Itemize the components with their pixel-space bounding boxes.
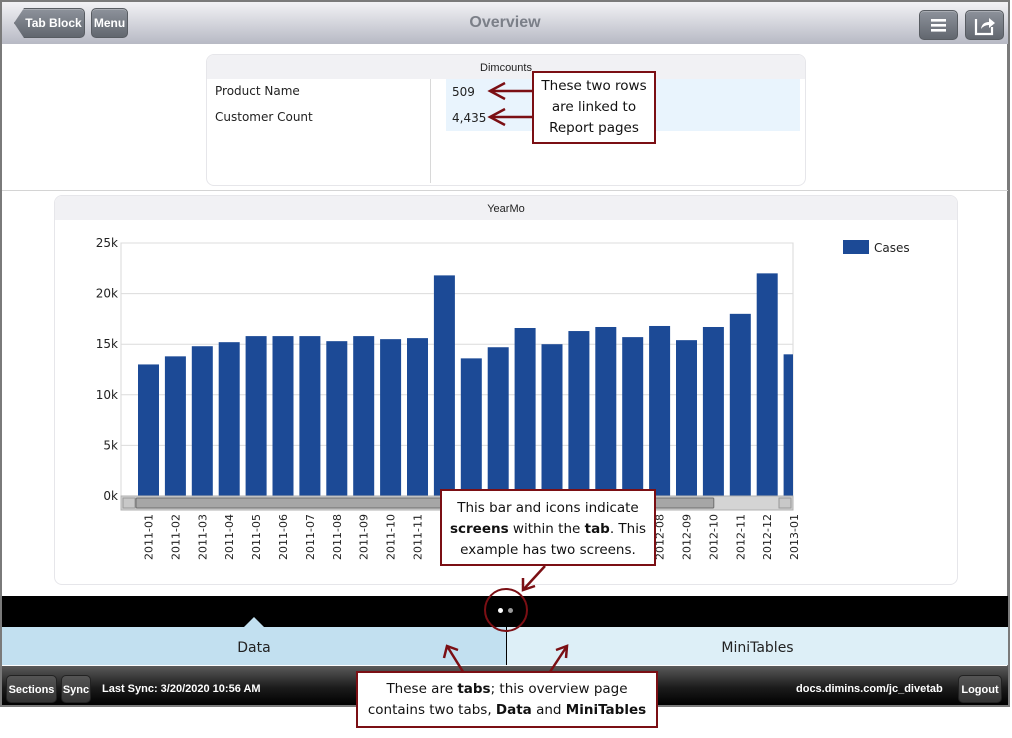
x-tick-label: 2011-07 (304, 514, 317, 560)
screen-dot-2[interactable] (508, 608, 513, 613)
legend-label-cases: Cases (874, 241, 910, 255)
bar-2012-04[interactable] (541, 344, 563, 496)
scroll-right-arrow[interactable] (778, 497, 792, 509)
bar-2011-06[interactable] (272, 336, 294, 496)
y-tick-label: 15k (96, 337, 118, 351)
tab-data[interactable]: Data (2, 627, 506, 665)
bar-2012-06[interactable] (595, 326, 617, 496)
callout-text: These are (386, 681, 458, 697)
bar-2012-09[interactable] (676, 340, 697, 496)
bar-2011-03[interactable] (191, 346, 213, 496)
active-tab-caret (244, 617, 264, 627)
callout-bold-screens: screens (449, 521, 509, 537)
callout-bold-tab: tab (584, 521, 610, 537)
callout-screens-line-2: screens within the tab. This (442, 519, 654, 540)
screen-indicator-bar (2, 596, 1008, 627)
callout-rows-line-2: are linked to (551, 99, 637, 115)
y-tick-label: 25k (96, 236, 118, 250)
x-tick-label: 2011-01 (143, 514, 156, 560)
callout-rows-line-3: Report pages (549, 120, 639, 136)
scroll-left-arrow[interactable] (122, 497, 136, 509)
bar-2011-02[interactable] (164, 356, 186, 496)
callout-text: ; this overview page (490, 681, 628, 697)
bar-2012-03[interactable] (514, 328, 536, 496)
callout-text: contains two tabs, (367, 702, 496, 718)
callout-bold-tabs: tabs (457, 681, 491, 697)
x-tick-label: 2012-12 (761, 514, 774, 560)
callout-text: . This (609, 521, 647, 537)
tab-separator (506, 627, 507, 665)
bar-2011-11[interactable] (407, 338, 428, 496)
tab-minitables[interactable]: MiniTables (507, 627, 1008, 665)
callout-linked-rows: These two rows are linked to Report page… (532, 71, 656, 144)
x-tick-label: 2011-06 (277, 514, 290, 560)
x-tick-label: 2011-05 (250, 514, 263, 560)
bar-2011-04[interactable] (218, 342, 240, 496)
y-tick-label: 0k (103, 489, 118, 503)
bar-2011-01[interactable] (138, 364, 159, 496)
callout-screens: This bar and icons indicate screens with… (440, 489, 656, 566)
bar-2012-02[interactable] (487, 347, 509, 496)
bar-2013-01[interactable] (783, 354, 793, 496)
callout-text: within the (508, 521, 585, 537)
bar-2012-08[interactable] (649, 325, 671, 496)
y-tick-label: 10k (96, 388, 118, 402)
x-tick-label: 2011-08 (331, 514, 344, 560)
x-tick-label: 2011-02 (169, 514, 182, 560)
callout-screens-line-3: example has two screens. (460, 542, 636, 558)
bar-2012-01[interactable] (460, 358, 482, 496)
x-tick-label: 2011-10 (385, 514, 398, 560)
x-tick-label: 2011-09 (358, 514, 371, 560)
logout-button[interactable]: Logout (958, 675, 1002, 703)
site-url: docs.dimins.com/jc_divetab (796, 683, 943, 695)
x-tick-label: 2012-09 (681, 514, 694, 560)
bar-2011-07[interactable] (299, 336, 321, 496)
callout-rows-line-1: These two rows (541, 78, 647, 94)
bar-2011-09[interactable] (353, 336, 375, 496)
bar-2011-08[interactable] (326, 341, 348, 496)
callout-bold-minitables: MiniTables (565, 702, 647, 718)
callout-text: and (531, 702, 566, 718)
tab-bar: Data MiniTables (2, 627, 1008, 665)
callout-bold-data: Data (495, 702, 532, 718)
last-sync-status: Last Sync: 3/20/2020 10:56 AM (102, 683, 261, 695)
bar-2012-10[interactable] (702, 326, 724, 496)
sync-button[interactable]: Sync (61, 675, 91, 703)
x-tick-label: 2011-04 (223, 514, 236, 560)
bar-2012-07[interactable] (622, 337, 644, 496)
bar-2011-05[interactable] (245, 336, 267, 496)
x-tick-label: 2012-11 (734, 514, 747, 560)
bar-2011-12[interactable] (433, 275, 455, 496)
x-tick-label: 2011-11 (412, 514, 425, 560)
callout-tabs-line-2: contains two tabs, Data and MiniTables (358, 700, 656, 721)
bar-2012-12[interactable] (756, 273, 778, 496)
callout-tabs: These are tabs; this overview page conta… (356, 671, 658, 728)
bar-2012-11[interactable] (729, 313, 751, 496)
callout-tabs-line-1: These are tabs; this overview page (358, 679, 656, 700)
callout-screens-line-1: This bar and icons indicate (457, 500, 639, 516)
screen-dot-1[interactable] (498, 608, 503, 613)
legend-swatch-cases (843, 240, 869, 254)
y-tick-label: 20k (96, 287, 118, 301)
sections-button[interactable]: Sections (6, 675, 57, 703)
bar-2011-10[interactable] (380, 339, 402, 496)
y-tick-label: 5k (103, 438, 118, 452)
x-tick-label: 2012-10 (707, 514, 720, 560)
bar-2012-05[interactable] (568, 331, 590, 496)
x-tick-label: 2011-03 (196, 514, 209, 560)
x-tick-label: 2013-01 (788, 514, 801, 560)
